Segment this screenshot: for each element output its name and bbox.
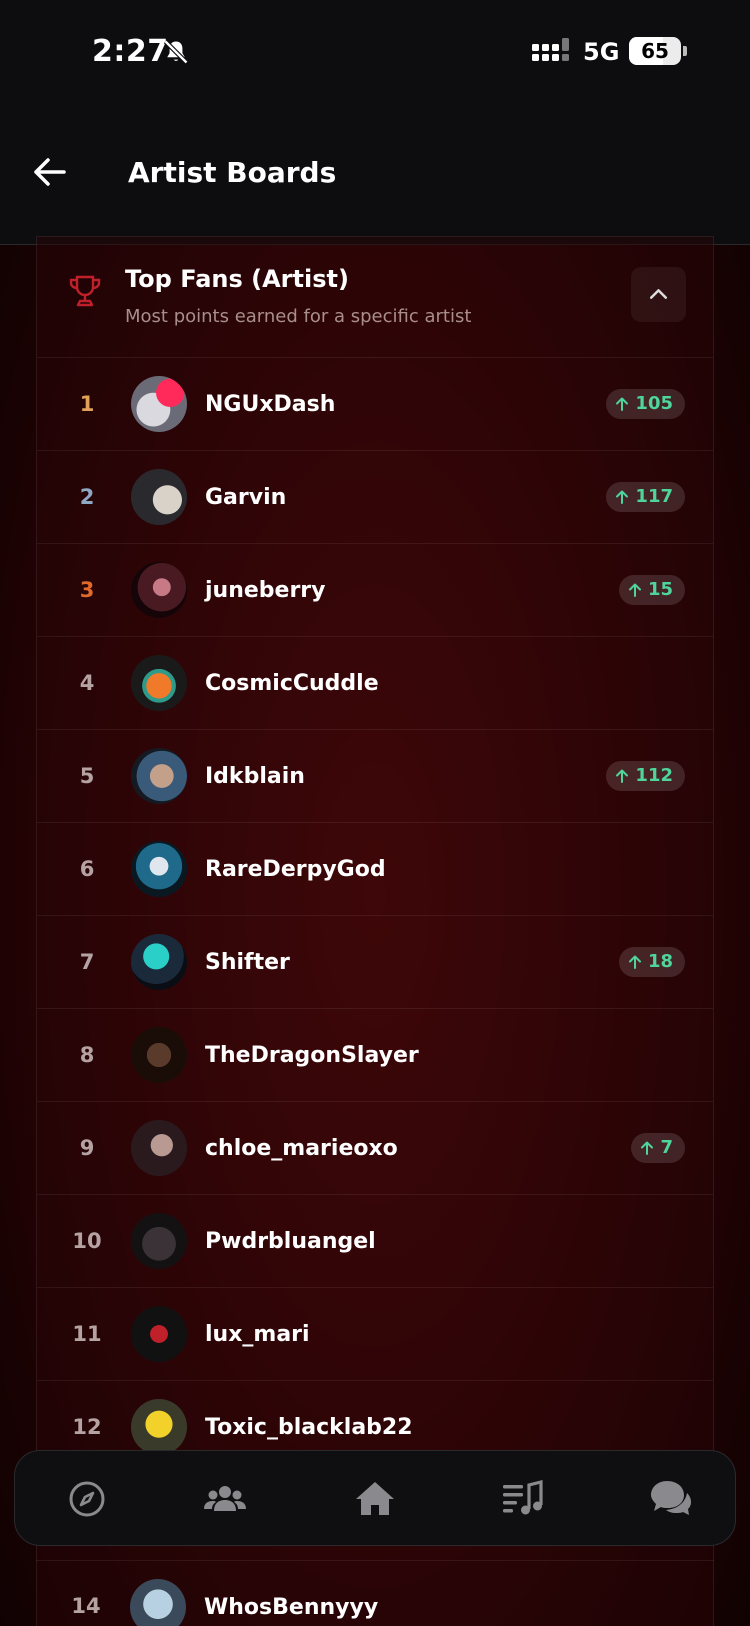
avatar[interactable] <box>131 1306 187 1362</box>
rank-change-value: 7 <box>660 1137 673 1158</box>
rank-change-badge: 112 <box>606 761 685 791</box>
avatar[interactable] <box>131 1027 187 1083</box>
avatar[interactable] <box>131 1213 187 1269</box>
chevron-up-icon <box>649 289 668 299</box>
username[interactable]: Idkblain <box>205 730 305 823</box>
username[interactable]: Shifter <box>205 916 290 1009</box>
rank-change-badge: 18 <box>618 947 685 977</box>
username[interactable]: RareDerpyGod <box>205 823 386 916</box>
chat-icon[interactable] <box>647 1475 695 1523</box>
table-row[interactable]: 10 Pwdrbluangel <box>37 1195 713 1288</box>
table-row[interactable]: 2 Garvin 117 <box>37 451 713 544</box>
table-row[interactable]: 7 Shifter 18 <box>37 916 713 1009</box>
home-icon[interactable] <box>351 1475 399 1523</box>
rank-change-value: 112 <box>635 765 673 786</box>
username[interactable]: TheDragonSlayer <box>205 1009 419 1102</box>
table-row[interactable]: 5 Idkblain 112 <box>37 730 713 823</box>
leaderboard-header: Top Fans (Artist) Most points earned for… <box>37 237 713 358</box>
arrow-up-icon <box>616 490 629 504</box>
avatar[interactable] <box>131 1399 187 1455</box>
username[interactable]: NGUxDash <box>205 358 335 451</box>
avatar[interactable] <box>130 1579 186 1626</box>
people-icon[interactable] <box>201 1475 249 1523</box>
rank-number: 5 <box>79 764 95 788</box>
bottom-nav <box>14 1450 736 1546</box>
avatar[interactable] <box>131 376 187 432</box>
status-time: 2:27 <box>92 34 169 69</box>
rank-number: 14 <box>71 1594 101 1618</box>
arrow-up-icon <box>641 1141 654 1155</box>
battery-cap <box>683 46 687 56</box>
avatar[interactable] <box>131 841 187 897</box>
table-row[interactable]: 4 CosmicCuddle <box>37 637 713 730</box>
table-row[interactable]: 1 NGUxDash 105 <box>37 358 713 451</box>
compass-icon[interactable] <box>63 1475 111 1523</box>
table-row[interactable]: 8 TheDragonSlayer <box>37 1009 713 1102</box>
rank-change-value: 105 <box>635 393 673 414</box>
rank-change-badge: 15 <box>618 575 685 605</box>
table-row[interactable]: 3 juneberry 15 <box>37 544 713 637</box>
avatar[interactable] <box>131 655 187 711</box>
leaderboard-list: 1 NGUxDash 105 2 Garvin 117 3 juneberry 15 4 Cosmi… <box>37 358 713 1474</box>
username[interactable]: lux_mari <box>205 1288 310 1381</box>
rank-number: 10 <box>72 1229 102 1253</box>
rank-number: 4 <box>79 671 95 695</box>
rank-change-value: 15 <box>647 579 673 600</box>
rank-number: 7 <box>79 950 95 974</box>
app-header: Artist Boards <box>0 110 750 245</box>
rank-number: 1 <box>79 392 95 416</box>
arrow-up-icon <box>616 769 629 783</box>
arrow-up-icon <box>628 955 641 969</box>
username[interactable]: Pwdrbluangel <box>205 1195 376 1288</box>
table-row[interactable]: 6 RareDerpyGod <box>37 823 713 916</box>
rank-number: 11 <box>72 1322 102 1346</box>
rank-change-value: 18 <box>647 951 673 972</box>
leaderboard-title: Top Fans (Artist) <box>125 265 349 293</box>
rank-number: 8 <box>79 1043 95 1067</box>
arrow-up-icon <box>616 397 629 411</box>
network-type: 5G <box>583 38 620 66</box>
page-title: Artist Boards <box>128 156 337 189</box>
rank-number: 9 <box>79 1136 95 1160</box>
username[interactable]: chloe_marieoxo <box>205 1102 398 1195</box>
rank-change-value: 117 <box>635 486 673 507</box>
avatar[interactable] <box>131 934 187 990</box>
leaderboard-card: Top Fans (Artist) Most points earned for… <box>36 236 714 1626</box>
avatar[interactable] <box>131 469 187 525</box>
arrow-up-icon <box>628 583 641 597</box>
username[interactable]: WhosBennyyy <box>204 1561 378 1626</box>
trophy-icon <box>69 275 101 307</box>
rank-change-badge: 105 <box>606 389 685 419</box>
back-arrow-icon[interactable] <box>30 152 70 192</box>
status-bar: 2:27 5G 65 <box>0 0 750 110</box>
avatar[interactable] <box>131 748 187 804</box>
rank-change-badge: 7 <box>631 1133 685 1163</box>
avatar[interactable] <box>131 1120 187 1176</box>
battery-level: 65 <box>641 39 669 63</box>
battery-indicator: 65 <box>629 37 681 65</box>
signal-icon <box>532 38 569 61</box>
username[interactable]: CosmicCuddle <box>205 637 379 730</box>
rank-change-badge: 117 <box>606 482 685 512</box>
table-row[interactable]: 14 WhosBennyyy <box>36 1560 714 1626</box>
rank-number: 2 <box>79 485 95 509</box>
username[interactable]: Garvin <box>205 451 286 544</box>
rank-number: 6 <box>79 857 95 881</box>
playlist-icon[interactable] <box>499 1475 547 1523</box>
username[interactable]: juneberry <box>205 544 326 637</box>
collapse-button[interactable] <box>631 267 686 322</box>
bell-muted-icon <box>163 39 189 65</box>
leaderboard-subtitle: Most points earned for a specific artist <box>125 306 472 327</box>
table-row[interactable]: 9 chloe_marieoxo 7 <box>37 1102 713 1195</box>
rank-number: 3 <box>79 578 95 602</box>
avatar[interactable] <box>131 562 187 618</box>
table-row[interactable]: 11 lux_mari <box>37 1288 713 1381</box>
